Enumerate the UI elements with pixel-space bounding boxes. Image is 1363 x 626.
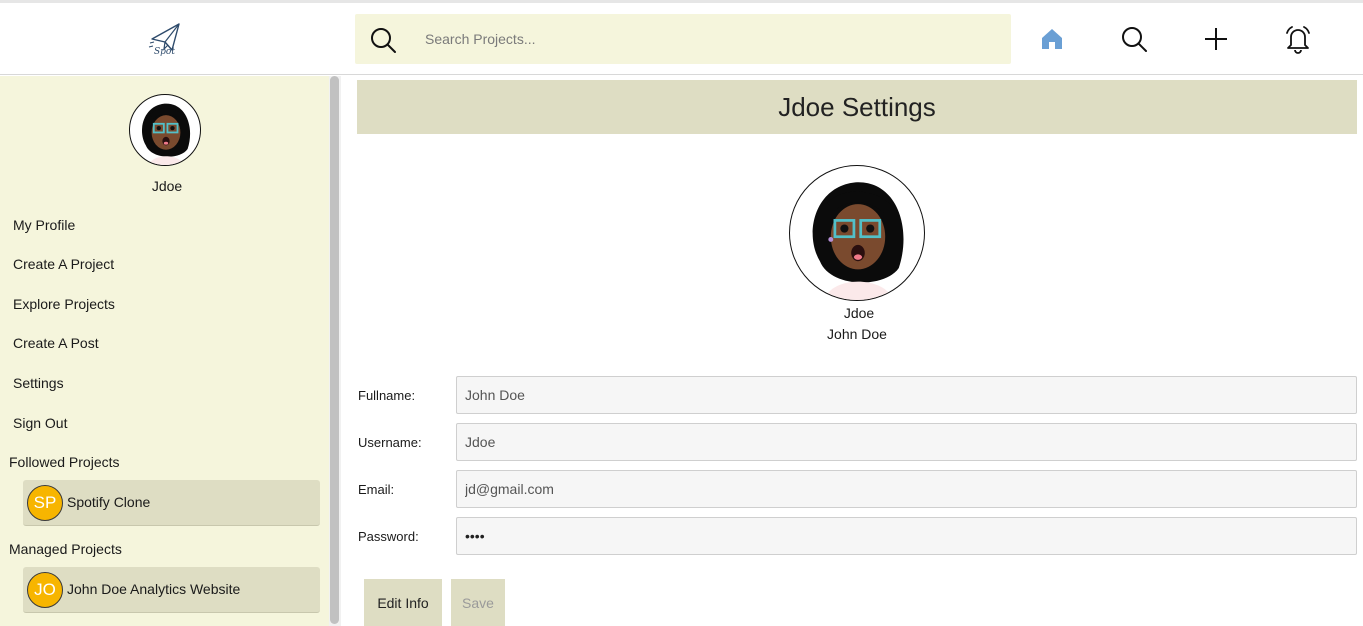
sidebar-item-explore-projects[interactable]: Explore Projects <box>13 296 115 312</box>
followed-projects-heading: Followed Projects <box>9 454 120 470</box>
logo-text: Spot <box>154 47 175 57</box>
search-input[interactable] <box>425 27 985 51</box>
sidebar-scrollbar-thumb[interactable] <box>330 76 339 624</box>
profile-username: Jdoe <box>843 305 875 321</box>
sidebar: Jdoe My Profile Create A Project Explore… <box>0 76 329 626</box>
sidebar-username: Jdoe <box>151 178 183 194</box>
followed-project-card[interactable]: SP Spotify Clone <box>23 480 320 526</box>
sidebar-item-sign-out[interactable]: Sign Out <box>13 415 67 431</box>
bell-icon[interactable] <box>1282 23 1314 55</box>
fullname-label: Fullname: <box>358 388 416 403</box>
project-avatar: JO <box>27 572 63 608</box>
plus-icon[interactable] <box>1200 23 1232 55</box>
edit-info-button[interactable]: Edit Info <box>364 579 442 626</box>
profile-fullname: John Doe <box>827 326 887 342</box>
sidebar-item-settings[interactable]: Settings <box>13 375 64 391</box>
page-title: Jdoe Settings <box>778 91 936 122</box>
username-field[interactable] <box>456 423 1357 461</box>
password-field[interactable] <box>456 517 1357 555</box>
fullname-field[interactable] <box>456 376 1357 414</box>
search-icon[interactable] <box>1118 23 1150 55</box>
email-label: Email: <box>358 482 395 497</box>
username-label: Username: <box>358 435 422 450</box>
sidebar-item-create-project[interactable]: Create A Project <box>13 256 114 272</box>
project-name: John Doe Analytics Website <box>67 581 241 597</box>
home-icon[interactable] <box>1036 23 1068 55</box>
search-bar <box>355 14 1011 64</box>
project-avatar: SP <box>27 485 63 521</box>
sidebar-item-create-post[interactable]: Create A Post <box>13 335 99 351</box>
password-label: Password: <box>358 529 419 544</box>
sidebar-item-my-profile[interactable]: My Profile <box>13 217 75 233</box>
email-field[interactable] <box>456 470 1357 508</box>
managed-project-card[interactable]: JO John Doe Analytics Website <box>23 567 320 613</box>
save-button[interactable]: Save <box>451 579 505 626</box>
page-title-bar: Jdoe Settings <box>357 80 1357 134</box>
avatar[interactable] <box>129 94 201 166</box>
managed-projects-heading: Managed Projects <box>9 541 122 557</box>
profile-avatar[interactable] <box>789 165 925 301</box>
search-icon[interactable] <box>369 26 397 54</box>
header: Spot <box>0 3 1363 75</box>
project-name: Spotify Clone <box>67 494 151 510</box>
